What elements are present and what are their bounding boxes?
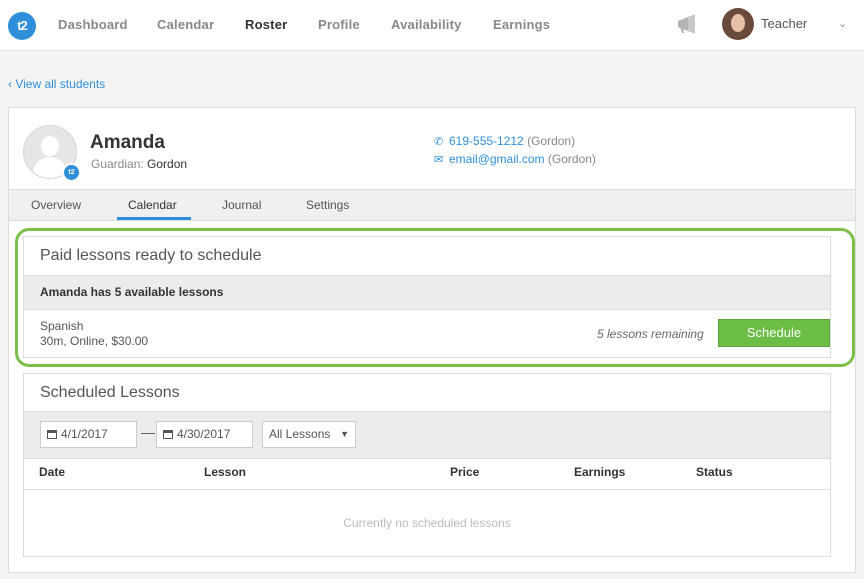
table-header-divider [24,489,830,490]
column-earnings[interactable]: Earnings [574,465,625,479]
view-all-students-link[interactable]: ‹ View all students [8,77,105,91]
scheduled-lessons-title: Scheduled Lessons [40,384,180,401]
nav-availability[interactable]: Availability [391,17,462,32]
user-name[interactable]: Teacher [761,16,807,31]
chevron-down-icon[interactable]: ⌄ [838,17,847,30]
guardian-line: Guardian: Gordon [91,157,188,171]
empty-state-message: Currently no scheduled lessons [343,516,511,530]
date-to-field[interactable]: 4/30/2017 [156,421,253,448]
top-nav: t2 Dashboard Calendar Roster Profile Ava… [0,0,864,51]
nav-calendar[interactable]: Calendar [157,17,214,32]
active-tab-indicator [117,217,191,220]
column-date[interactable]: Date [39,465,65,479]
phone-contact: ✆ 619-555-1212 (Gordon) [434,134,576,148]
student-tabs: Overview Calendar Journal Settings [9,189,855,221]
phone-icon: ✆ [434,136,444,148]
calendar-icon [163,430,173,439]
nav-dashboard[interactable]: Dashboard [58,17,128,32]
tab-journal[interactable]: Journal [222,198,261,212]
date-range-dash: — [141,424,155,440]
tab-settings[interactable]: Settings [306,198,349,212]
column-status[interactable]: Status [696,465,733,479]
filter-bar: 4/1/2017 — 4/30/2017 All Lessons ▼ [24,411,830,459]
nav-profile[interactable]: Profile [318,17,360,32]
date-from-field[interactable]: 4/1/2017 [40,421,137,448]
tab-overview[interactable]: Overview [31,198,81,212]
email-contact: ✉ email@gmail.com (Gordon) [434,152,596,166]
phone-link[interactable]: 619-555-1212 [449,134,524,148]
tab-calendar[interactable]: Calendar [128,198,177,212]
column-price[interactable]: Price [450,465,479,479]
highlight-ring [15,228,855,367]
megaphone-icon[interactable] [675,12,699,36]
nav-roster[interactable]: Roster [245,17,287,32]
column-lesson[interactable]: Lesson [204,465,246,479]
app-logo[interactable]: t2 [8,12,36,40]
user-avatar[interactable] [722,8,754,40]
caret-down-icon: ▼ [340,429,349,439]
envelope-icon: ✉ [434,154,444,166]
lesson-filter-select[interactable]: All Lessons ▼ [262,421,356,448]
nav-earnings[interactable]: Earnings [493,17,550,32]
student-name: Amanda [90,132,165,153]
calendar-icon [47,430,57,439]
email-link[interactable]: email@gmail.com [449,152,545,166]
t2-badge-icon: t2 [62,163,81,182]
